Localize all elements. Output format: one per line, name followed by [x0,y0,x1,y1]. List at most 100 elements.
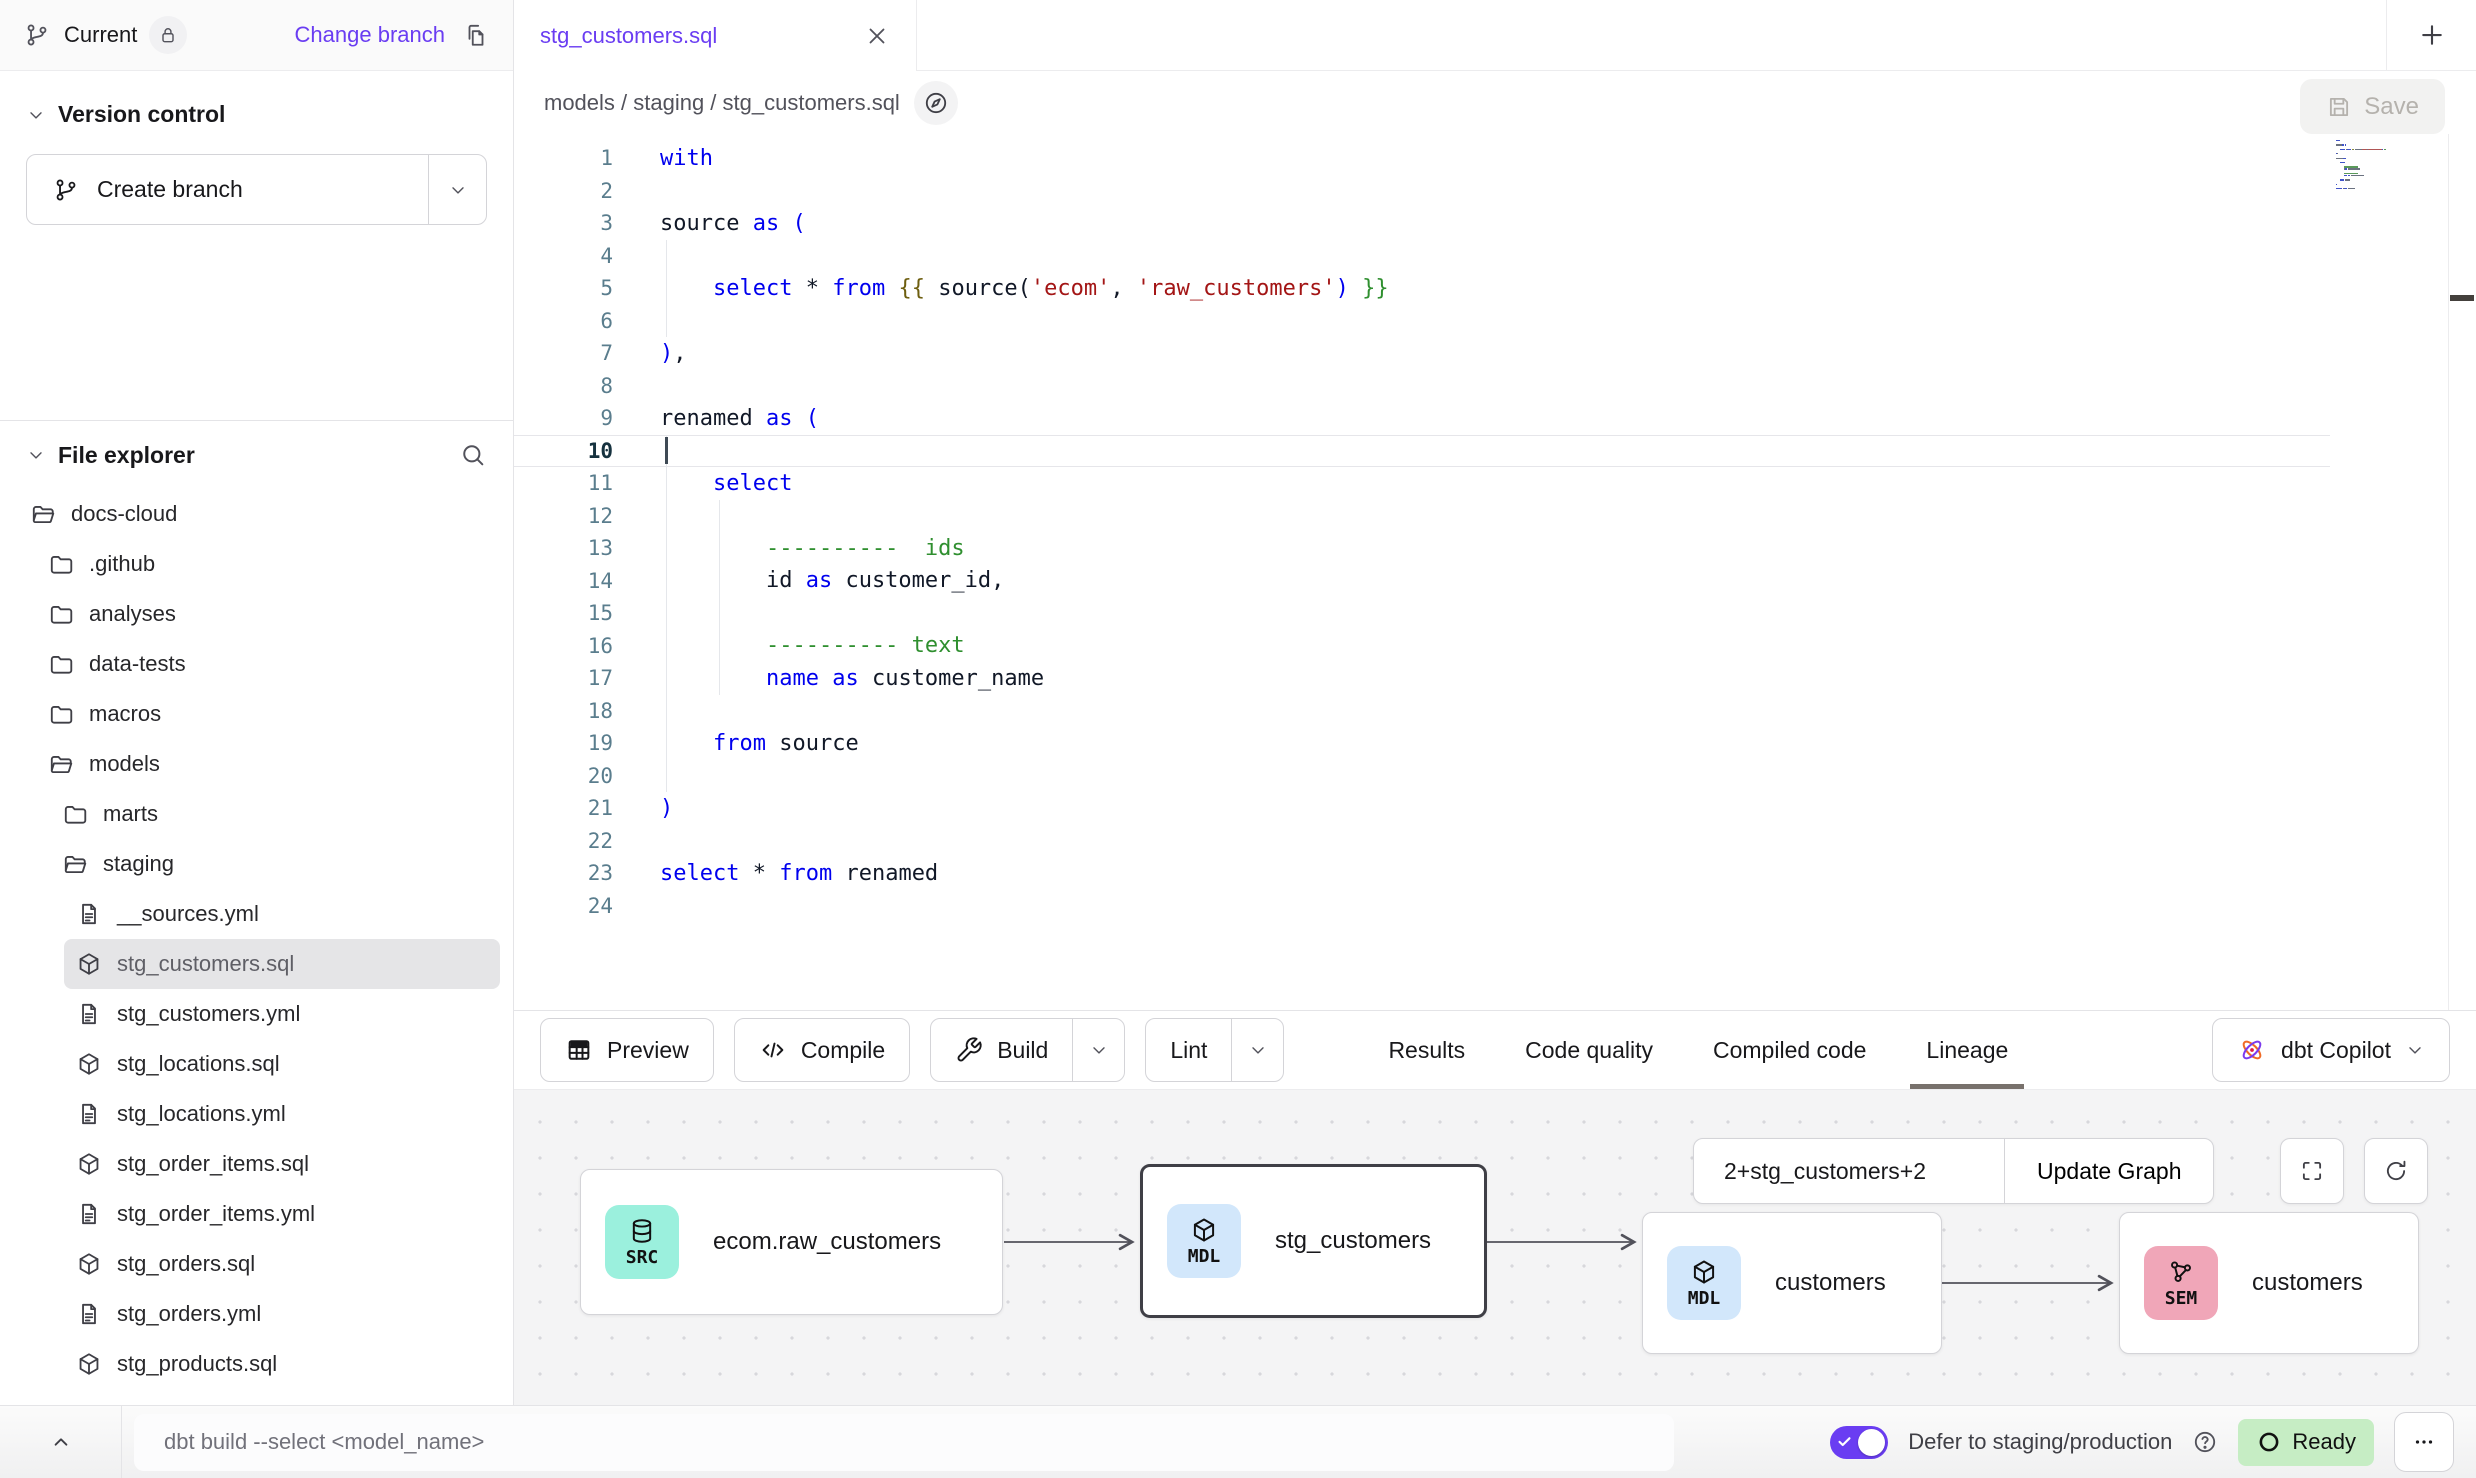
code-line[interactable]: 17 name as customer_name [514,662,2476,695]
create-branch-button[interactable]: Create branch [26,154,487,225]
more-options-button[interactable] [2394,1412,2454,1472]
copy-icon[interactable] [463,22,489,48]
code-line[interactable]: 9renamed as ( [514,402,2476,435]
file-tree-item-stg_order_items.sql[interactable]: stg_order_items.sql [0,1139,513,1189]
build-button[interactable]: Build [930,1018,1125,1082]
status-bar: Defer to staging/production Ready [0,1405,2476,1478]
compile-button[interactable]: Compile [734,1018,910,1082]
code-line[interactable]: 13 ---------- ids [514,532,2476,565]
file-name: data-tests [89,651,186,677]
explore-button[interactable] [914,81,958,125]
tab-lineage[interactable]: Lineage [1896,1011,2038,1089]
code-token: 'ecom' [1031,276,1110,301]
dbt-command-input[interactable] [134,1429,1674,1455]
defer-toggle[interactable] [1830,1426,1888,1459]
file-tree-item-marts[interactable]: marts [0,789,513,839]
code-token: , [673,341,686,366]
tab-code-quality[interactable]: Code quality [1495,1011,1683,1089]
code-line[interactable]: 10 [514,435,2330,468]
lock-icon [158,25,178,45]
fullscreen-button[interactable] [2280,1138,2344,1204]
file-tree-item-stg_orders.sql[interactable]: stg_orders.sql [0,1239,513,1289]
lineage-panel: SRCecom.raw_customers MDLstg_customers MDL… [514,1089,2476,1405]
code-line[interactable]: 16 ---------- text [514,630,2476,663]
lineage-node-ecom.raw_customers[interactable]: SRCecom.raw_customers [580,1169,1003,1315]
create-branch-dropdown[interactable] [428,155,486,224]
minimap[interactable] [2336,140,2446,193]
save-button[interactable]: Save [2300,79,2445,134]
code-line[interactable]: 22 [514,825,2476,858]
code-editor[interactable]: 1with23source as (45 select * from {{ so… [514,134,2476,1010]
code-token: ---------- ids [766,536,965,561]
file-tree-item-stg_customers.yml[interactable]: stg_customers.yml [0,989,513,1039]
version-control-header[interactable]: Version control [26,101,487,128]
code-line[interactable]: 18 [514,695,2476,728]
dbt-copilot-button[interactable]: dbt Copilot [2212,1018,2450,1082]
ready-label: Ready [2292,1429,2356,1455]
code-line[interactable]: 14 id as customer_id, [514,565,2476,598]
chevron-down-icon [2405,1040,2425,1060]
create-branch-main[interactable]: Create branch [27,176,428,203]
file-tree-item-docs-cloud[interactable]: docs-cloud [0,489,513,539]
code-line[interactable]: 23select * from renamed [514,857,2476,890]
refresh-button[interactable] [2364,1138,2428,1204]
lineage-node-customers[interactable]: MDLcustomers [1642,1212,1942,1354]
help-icon[interactable] [2192,1429,2218,1455]
code-token [660,633,766,658]
lineage-node-customers[interactable]: SEMcustomers [2119,1212,2419,1354]
search-icon[interactable] [459,441,487,469]
lineage-node-stg_customers[interactable]: MDLstg_customers [1140,1164,1487,1318]
code-line[interactable]: 19 from source [514,727,2476,760]
preview-button[interactable]: Preview [540,1018,714,1082]
code-line[interactable]: 5 select * from {{ source('ecom', 'raw_c… [514,272,2476,305]
code-line[interactable]: 8 [514,370,2476,403]
code-line[interactable]: 20 [514,760,2476,793]
file-tree-item-stg_orders.yml[interactable]: stg_orders.yml [0,1289,513,1339]
collapse-panel-button[interactable] [0,1406,122,1478]
code-line[interactable]: 2 [514,175,2476,208]
file-name: .github [89,551,155,577]
scrollbar-thumb[interactable] [2450,295,2474,301]
lineage-selector-input[interactable] [1694,1139,2004,1203]
build-dropdown[interactable] [1072,1019,1124,1081]
file-tree-item-.github[interactable]: .github [0,539,513,589]
file-tree-item-data-tests[interactable]: data-tests [0,639,513,689]
file-tree-item-analyses[interactable]: analyses [0,589,513,639]
update-graph-button[interactable]: Update Graph [2004,1139,2213,1203]
file-tree-item-macros[interactable]: macros [0,689,513,739]
change-branch-link[interactable]: Change branch [295,22,445,48]
code-line[interactable]: 1with [514,142,2476,175]
file-name: analyses [89,601,176,627]
lint-dropdown[interactable] [1231,1019,1283,1081]
code-line[interactable]: 12 [514,500,2476,533]
code-line[interactable]: 3source as ( [514,207,2476,240]
content: Current Change branch Version control Cr… [0,0,2476,1405]
tab-results[interactable]: Results [1358,1011,1495,1089]
file-tree-item-stg_locations.yml[interactable]: stg_locations.yml [0,1089,513,1139]
line-number: 9 [514,406,613,430]
line-text: select * from renamed [660,861,938,886]
code-line[interactable]: 6 [514,305,2476,338]
tab-compiled-code[interactable]: Compiled code [1683,1011,1896,1089]
plus-icon [2417,20,2447,50]
lint-button[interactable]: Lint [1145,1018,1284,1082]
status-badge[interactable]: Ready [2238,1419,2374,1466]
file-tree-item-__sources.yml[interactable]: __sources.yml [0,889,513,939]
file-tree-item-models[interactable]: models [0,739,513,789]
code-line[interactable]: 15 [514,597,2476,630]
close-icon[interactable] [864,23,890,49]
file-tree-item-stg_order_items.yml[interactable]: stg_order_items.yml [0,1189,513,1239]
file-tree-item-stg_products.sql[interactable]: stg_products.sql [0,1339,513,1389]
breadcrumb: models / staging / stg_customers.sql [544,90,900,116]
tab-stg-customers[interactable]: stg_customers.sql [514,0,917,71]
file-explorer-header[interactable]: File explorer [0,441,513,469]
code-line[interactable]: 4 [514,240,2476,273]
code-line[interactable]: 21) [514,792,2476,825]
file-tree-item-stg_locations.sql[interactable]: stg_locations.sql [0,1039,513,1089]
file-tree-item-stg_customers.sql[interactable]: stg_customers.sql [64,939,500,989]
code-line[interactable]: 11 select [514,467,2476,500]
code-line[interactable]: 7), [514,337,2476,370]
file-tree-item-staging[interactable]: staging [0,839,513,889]
new-tab-button[interactable] [2386,0,2476,71]
code-line[interactable]: 24 [514,890,2476,923]
